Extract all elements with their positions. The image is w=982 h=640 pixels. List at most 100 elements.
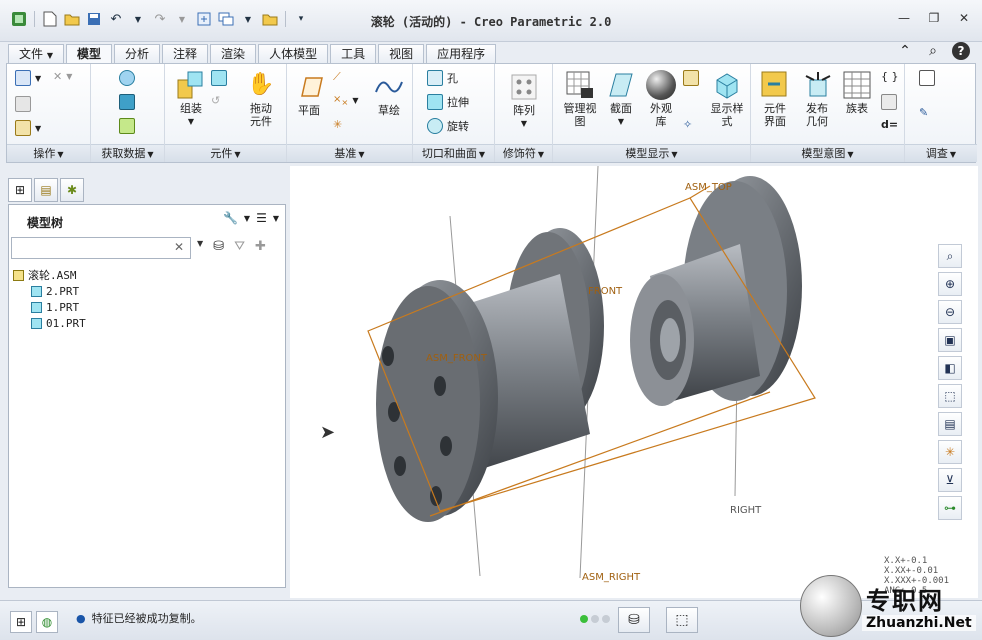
tree-item-assembly[interactable]: 滚轮.ASM <box>13 267 86 283</box>
view-manager-icon[interactable]: ▤ <box>938 412 962 436</box>
group-label-model-display[interactable]: 模型显示 ▼ <box>553 144 750 162</box>
delete-button[interactable]: ✕ ▼ <box>53 70 72 83</box>
reference-viewer-button[interactable] <box>919 70 935 86</box>
create-component-button[interactable] <box>211 70 227 86</box>
find-binoculars-icon[interactable]: ⛁ <box>618 607 650 633</box>
tab-view[interactable]: 视图 <box>378 44 425 64</box>
component-interface-button[interactable]: 元件 界面 <box>755 70 795 128</box>
annotation-display-icon[interactable]: ⊻ <box>938 468 962 492</box>
repaint-icon[interactable]: ▣ <box>938 328 962 352</box>
tree-item-part[interactable]: 1.PRT <box>13 299 86 315</box>
minimize-ribbon-icon[interactable]: ⌃ <box>896 42 914 60</box>
spin-center-icon[interactable]: ⊶ <box>938 496 962 520</box>
tree-item-part[interactable]: 2.PRT <box>13 283 86 299</box>
navigator-tabs: ⊞ ▤ ✱ <box>8 178 84 204</box>
zoom-in-icon[interactable]: ⊕ <box>938 272 962 296</box>
drag-components-button[interactable]: ✋ 拖动 元件 <box>241 70 281 128</box>
part-icon <box>31 301 42 313</box>
switch-dimensions-button[interactable] <box>881 94 897 110</box>
group-label-investigate[interactable]: 调查 ▼ <box>905 144 977 162</box>
user-defined-feature-button[interactable] <box>119 70 135 86</box>
axis-button[interactable]: ⟋ <box>333 70 341 84</box>
relations-button[interactable]: d= <box>881 118 898 131</box>
title-bar: ↶ ▼ ↷ ▼ ▼ ▾ 滚轮 (活动的) - Creo Parametric 2… <box>0 0 982 42</box>
coordinate-system-button[interactable]: ✳ <box>333 118 342 131</box>
appearance-gallery-button[interactable]: 外观 库 <box>643 70 679 128</box>
tree-item-part[interactable]: 01.PRT <box>13 315 86 331</box>
model-tree-search-input[interactable]: ✕ <box>11 237 191 259</box>
tab-file[interactable]: 文件 ▼ <box>8 44 64 64</box>
selection-filter-cube-icon[interactable]: ⬚ <box>666 607 698 633</box>
tab-render[interactable]: 渲染 <box>210 44 257 64</box>
copy-geometry-button[interactable] <box>119 94 135 110</box>
tab-applications[interactable]: 应用程序 <box>426 44 497 64</box>
paste-button[interactable]: ▼ <box>15 120 41 136</box>
copy-geometry-icon <box>119 94 135 110</box>
show-list-icon[interactable]: ☰ <box>256 211 267 225</box>
graphics-window[interactable]: ASM_TOP FRONT ASM_FRONT RIGHT ASM_RIGHT … <box>290 165 978 598</box>
display-style-button[interactable]: 显示样 式 <box>707 70 747 128</box>
group-label-modifiers[interactable]: 修饰符 ▼ <box>495 144 552 162</box>
tab-favorites[interactable]: ✱ <box>60 178 84 202</box>
tab-manikin[interactable]: 人体模型 <box>258 44 329 64</box>
group-label-cut-surface[interactable]: 切口和曲面 ▼ <box>413 144 494 162</box>
parameters-button[interactable]: { } <box>881 70 899 83</box>
toggle-navigator-icon[interactable]: ⊞ <box>10 611 32 633</box>
settings-dropdown-icon[interactable]: ▼ <box>244 214 250 223</box>
clear-search-icon[interactable]: ✕ <box>174 240 184 254</box>
shrinkwrap-button[interactable] <box>119 118 135 134</box>
pattern-button[interactable]: 阵列 ▼ <box>505 72 543 130</box>
copy-button[interactable] <box>15 96 31 112</box>
restore-icon[interactable]: ❐ <box>926 10 942 26</box>
component-interface-icon <box>760 70 790 100</box>
saved-orientations-icon[interactable]: ⬚ <box>938 384 962 408</box>
assemble-button[interactable]: 组装 ▼ <box>171 70 211 128</box>
zoom-out-icon[interactable]: ⊖ <box>938 300 962 324</box>
settings-tool-icon[interactable]: 🔧 <box>223 211 238 225</box>
tab-tools[interactable]: 工具 <box>330 44 377 64</box>
revolve-button[interactable]: 旋转 <box>427 118 469 134</box>
point-button[interactable]: ×× ▼ <box>333 94 359 107</box>
family-table-button[interactable]: 族表 <box>839 70 875 115</box>
datum-display-icon[interactable]: ✳ <box>938 440 962 464</box>
section-button[interactable]: 截面 ▼ <box>603 70 639 128</box>
publish-geometry-button[interactable]: 发布 几何 <box>797 70 837 128</box>
group-label-model-intent[interactable]: 模型意图 ▼ <box>751 144 904 162</box>
sketch-button[interactable]: 草绘 <box>371 72 407 117</box>
minimize-icon[interactable]: — <box>896 10 912 26</box>
group-label-operations[interactable]: 操作 ▼ <box>7 144 90 162</box>
display-settings-button[interactable] <box>683 70 699 86</box>
filter-icon[interactable]: ⛛ <box>234 239 245 254</box>
model-3d-view[interactable]: ASM_TOP FRONT ASM_FRONT RIGHT ASM_RIGHT <box>290 165 978 598</box>
binoculars-icon[interactable]: ⛁ <box>213 239 224 254</box>
hole-icon <box>427 70 443 86</box>
group-label-get-data[interactable]: 获取数据 ▼ <box>91 144 164 162</box>
ribbon-tabs: 文件 ▼ 模型 分析 注释 渲染 人体模型 工具 视图 应用程序 <box>8 42 498 65</box>
tab-model[interactable]: 模型 <box>66 44 113 65</box>
regenerate-button[interactable]: ▼ <box>15 70 41 86</box>
hole-button[interactable]: 孔 <box>427 70 458 86</box>
display-style-icon[interactable]: ◧ <box>938 356 962 380</box>
refit-icon[interactable]: ⌕ <box>938 244 962 268</box>
search-icon[interactable]: ⌕ <box>924 42 942 60</box>
tab-annotate[interactable]: 注释 <box>162 44 209 64</box>
group-cut-surface: 孔 拉伸 旋转 切口和曲面 ▼ <box>413 64 495 162</box>
tab-analysis[interactable]: 分析 <box>114 44 161 64</box>
toggle-browser-icon[interactable]: ◍ <box>36 611 58 633</box>
scene-button[interactable]: ✧ <box>683 118 692 131</box>
group-label-component[interactable]: 元件 ▼ <box>165 144 286 162</box>
add-icon[interactable]: ✚ <box>255 239 266 254</box>
tab-model-tree[interactable]: ⊞ <box>8 178 32 202</box>
group-label-datum[interactable]: 基准 ▼ <box>287 144 412 162</box>
model-player-button[interactable]: ✎ <box>919 106 928 119</box>
close-icon[interactable]: ✕ <box>956 10 972 26</box>
plane-button[interactable]: 平面 <box>291 72 327 117</box>
help-icon[interactable]: ? <box>952 42 970 60</box>
ribbon: ▼ ✕ ▼ ▼ 操作 ▼ 获取数据 ▼ 组装 ▼ ↺ ✋ 拖动 元件 元件 ▼ 平面 ⟋ <box>6 63 977 163</box>
tab-folder-browser[interactable]: ▤ <box>34 178 58 202</box>
search-dropdown-icon[interactable]: ▼ <box>197 239 203 254</box>
extrude-button[interactable]: 拉伸 <box>427 94 469 110</box>
manage-views-button[interactable]: 管理视 图 <box>559 70 601 128</box>
show-dropdown-icon[interactable]: ▼ <box>273 214 279 223</box>
repeat-button[interactable]: ↺ <box>211 94 220 107</box>
